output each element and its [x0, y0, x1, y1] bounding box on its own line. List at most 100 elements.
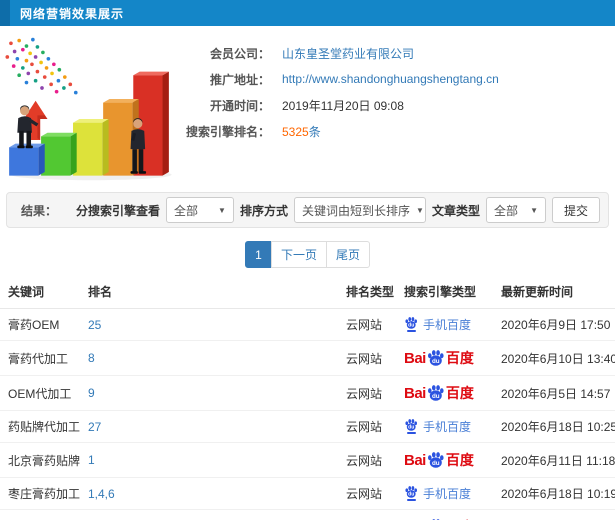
- table-row: 枣庄膏药加工 1,4,6 云网站 du 手机百度 2020年6月18日 10:19: [0, 477, 615, 510]
- sort-filter-label: 排序方式: [239, 203, 288, 218]
- rank-link[interactable]: 8: [80, 340, 338, 376]
- engine-type-cell: Baidu百度: [396, 509, 493, 520]
- keyword-cell: 药贴牌代加工: [0, 410, 80, 443]
- mobile-baidu-icon: du: [404, 419, 418, 434]
- svg-text:du: du: [432, 358, 440, 365]
- rank-type-cell: 云网站: [338, 477, 396, 510]
- rank-count-number: 5325: [282, 124, 309, 139]
- rank-link[interactable]: 25: [80, 308, 338, 341]
- engine-type-cell: du 手机百度: [396, 308, 493, 341]
- results-table-body: 膏药OEM 25 云网站 du 手机百度 2020年6月9日 17:50 膏药代加…: [0, 308, 615, 520]
- mobile-baidu-icon: du: [404, 317, 418, 332]
- sort-filter-select[interactable]: 关键词由短到长排序 ▼: [293, 197, 426, 223]
- bar-blue: [9, 143, 45, 176]
- engine-type-cell: du 手机百度: [396, 477, 493, 510]
- table-row: 膏药代加工 8 云网站 Bai du 百度 2020年6月10日 13:40: [0, 340, 615, 376]
- mobile-baidu-label: 手机百度: [423, 487, 472, 501]
- bar-yellow: [73, 119, 109, 176]
- page-button-current[interactable]: 1: [244, 241, 272, 268]
- table-row: 药贴牌代加工 27 云网站 du 手机百度 2020年6月18日 10:25: [0, 410, 615, 443]
- mobile-baidu-logo: du 手机百度: [404, 418, 471, 435]
- table-header-row: 关键词 排名 排名类型 搜索引擎类型 最新更新时间: [0, 274, 615, 309]
- engine-type-cell: Baidu 百度: [396, 442, 493, 478]
- update-time-cell: 2020年6月10日 13:40: [493, 340, 615, 376]
- header-keyword: 关键词: [0, 274, 80, 309]
- engine-filter-select[interactable]: 全部 ▼: [165, 197, 234, 223]
- baidu-paw-icon: du: [405, 317, 417, 329]
- keyword-cell: OEM代加工: [0, 375, 80, 411]
- rank-link[interactable]: 1,4,6: [80, 477, 338, 510]
- rank-link[interactable]: 1: [80, 442, 338, 478]
- results-table: 关键词 排名 排名类型 搜索引擎类型 最新更新时间 膏药OEM 25 云网站 d…: [0, 274, 615, 520]
- engine-type-cell: Baidu百度: [396, 340, 493, 376]
- keyword-cell: 膏药OEM: [0, 308, 80, 341]
- info-row-open-time: 开通时间： 2019年11月20日 09:08: [178, 92, 499, 118]
- rank-type-cell: 云网站: [338, 509, 396, 520]
- mobile-baidu-logo: du 手机百度: [404, 485, 471, 502]
- title-bar: 网络营销效果展示: [0, 0, 615, 26]
- baidu-paw-icon: du: [427, 385, 444, 401]
- filter-bar: 结果： 分搜索引擎查看 全部 ▼ 排序方式 关键词由短到长排序 ▼ 文章类型 全…: [6, 192, 609, 228]
- svg-text:du: du: [408, 323, 414, 329]
- update-time-cell: 2020年6月9日 17:50: [493, 308, 615, 341]
- chevron-down-icon: ▼: [415, 205, 424, 215]
- sort-filter-value: 关键词由短到长排序: [301, 203, 410, 218]
- info-row-company: 会员公司： 山东皇圣堂药业有限公司: [178, 40, 499, 66]
- keyword-cell: 膏药代加工: [0, 340, 80, 376]
- baidu-logo-bai: Bai: [404, 349, 426, 367]
- baidu-logo: Baidu 百度: [404, 450, 474, 470]
- rank-type-cell: 云网站: [338, 375, 396, 411]
- mobile-baidu-label: 手机百度: [423, 318, 472, 332]
- baidu-paw-icon: du: [427, 452, 444, 468]
- chevron-down-icon: ▼: [218, 205, 226, 215]
- baidu-paw-icon: du: [405, 419, 417, 431]
- article-type-value: 全部: [493, 203, 518, 218]
- rank-type-cell: 云网站: [338, 308, 396, 341]
- table-row: 医疗器械厂家 4 云网站 Baidu百度 2020年5月29日 10:32: [0, 509, 615, 520]
- rank-count-label: 搜索引擎排名：: [185, 124, 270, 139]
- keyword-cell: 枣庄膏药加工: [0, 477, 80, 510]
- svg-text:du: du: [432, 460, 440, 467]
- mobile-baidu-icon: du: [404, 486, 418, 501]
- keyword-cell: 北京膏药贴牌: [0, 442, 80, 478]
- info-row-rank-count: 搜索引擎排名： 5325条: [178, 118, 499, 144]
- baidu-logo-bai: Bai: [404, 451, 426, 469]
- pagination: 1 下一页 尾页: [0, 241, 615, 268]
- svg-text:du: du: [432, 393, 440, 400]
- baidu-logo: Baidu 百度: [404, 348, 474, 368]
- svg-text:du: du: [408, 425, 414, 431]
- engine-filter-label: 分搜索引擎查看: [75, 203, 160, 218]
- update-time-cell: 2020年5月29日 10:32: [493, 509, 615, 520]
- baidu-logo: Baidu 百度: [404, 383, 474, 403]
- open-time-value: 2019年11月20日 09:08: [282, 98, 404, 113]
- header-engine-type: 搜索引擎类型: [396, 274, 493, 309]
- rank-link[interactable]: 9: [80, 375, 338, 411]
- baidu-logo-bai: Bai: [404, 384, 426, 402]
- rank-type-cell: 云网站: [338, 340, 396, 376]
- table-row: OEM代加工 9 云网站 Bai du 百度 2020年6月5日 14:57: [0, 375, 615, 411]
- member-info-fields: 会员公司： 山东皇圣堂药业有限公司 推广地址： http://www.shand…: [178, 30, 499, 190]
- engine-type-cell: Baidu百度: [396, 375, 493, 411]
- rank-link[interactable]: 27: [80, 410, 338, 443]
- baidu-logo-cn: 百度: [445, 452, 474, 468]
- rank-count-value: 5325条: [282, 123, 321, 140]
- article-type-select[interactable]: 全部 ▼: [485, 197, 546, 223]
- promo-url-label: 推广地址：: [209, 72, 270, 87]
- promo-url-link[interactable]: http://www.shandonghuangshengtang.cn: [282, 72, 499, 86]
- rank-link[interactable]: 4: [80, 509, 338, 520]
- bar-chart-graphic: [5, 37, 172, 181]
- next-page-button[interactable]: 下一页: [270, 241, 327, 268]
- baidu-paw-icon: du: [427, 350, 444, 366]
- table-row: 膏药OEM 25 云网站 du 手机百度 2020年6月9日 17:50: [0, 308, 615, 341]
- header-update-time: 最新更新时间: [493, 274, 615, 309]
- submit-button[interactable]: 提交: [551, 197, 600, 223]
- update-time-cell: 2020年6月18日 10:25: [493, 410, 615, 443]
- info-row-url: 推广地址： http://www.shandonghuangshengtang.…: [178, 66, 499, 92]
- mobile-baidu-label: 手机百度: [423, 420, 472, 434]
- page-title: 网络营销效果展示: [20, 6, 125, 21]
- result-label: 结果：: [21, 203, 58, 218]
- company-link[interactable]: 山东皇圣堂药业有限公司: [282, 45, 414, 62]
- update-time-cell: 2020年6月5日 14:57: [493, 375, 615, 411]
- last-page-button[interactable]: 尾页: [326, 241, 371, 268]
- rank-type-cell: 云网站: [338, 442, 396, 478]
